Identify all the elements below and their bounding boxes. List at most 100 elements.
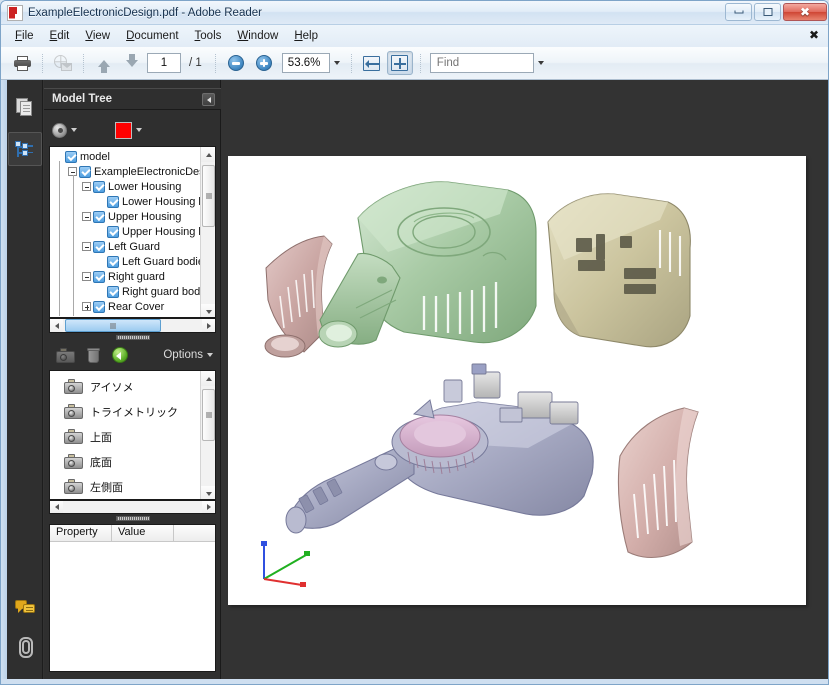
paperclip-icon bbox=[16, 636, 34, 658]
toolbar-separator bbox=[214, 53, 216, 73]
rear-cover-part bbox=[547, 193, 691, 348]
scroll-up-button[interactable] bbox=[201, 371, 215, 386]
visibility-checkbox[interactable] bbox=[93, 180, 105, 193]
collapse-icon[interactable] bbox=[82, 272, 91, 281]
model-tree-list[interactable]: model ExampleElectronicDesign Lower Housin… bbox=[50, 147, 202, 317]
exploded-assembly-3d-model[interactable] bbox=[228, 156, 806, 605]
expand-icon[interactable] bbox=[82, 302, 91, 311]
model-tree-vertical-scrollbar[interactable] bbox=[200, 147, 215, 317]
next-page-button[interactable] bbox=[119, 51, 145, 75]
scroll-right-button[interactable] bbox=[202, 319, 215, 332]
scroll-left-button[interactable] bbox=[50, 501, 63, 513]
tree-connector-line bbox=[73, 175, 74, 316]
email-icon bbox=[54, 55, 72, 71]
scroll-left-button[interactable] bbox=[50, 319, 63, 332]
restore-button[interactable] bbox=[754, 3, 781, 21]
scrollbar-thumb[interactable] bbox=[202, 389, 215, 441]
view-list-item[interactable]: トライメトリック bbox=[50, 399, 202, 424]
scrollbar-thumb[interactable] bbox=[65, 319, 161, 332]
model-tree-panel-button[interactable] bbox=[7, 132, 42, 166]
toolbar-separator bbox=[350, 53, 352, 73]
menu-document[interactable]: Document bbox=[118, 28, 186, 44]
pdf-document-icon bbox=[7, 4, 23, 21]
visibility-checkbox[interactable] bbox=[107, 255, 119, 268]
print-button[interactable] bbox=[9, 51, 35, 75]
visibility-checkbox[interactable] bbox=[93, 240, 105, 253]
views-options-button[interactable]: Options bbox=[163, 349, 213, 361]
views-vertical-scrollbar[interactable] bbox=[200, 371, 215, 499]
gear-dropdown-caret-icon[interactable] bbox=[71, 128, 77, 132]
attachments-panel-button[interactable] bbox=[8, 629, 42, 663]
tree-item-label: Left Guard bodies bbox=[122, 255, 202, 268]
visibility-checkbox[interactable] bbox=[93, 210, 105, 223]
visibility-checkbox[interactable] bbox=[107, 195, 119, 208]
menubar-close-button[interactable]: ✖ bbox=[806, 28, 822, 44]
zoom-dropdown-caret-icon[interactable] bbox=[333, 61, 340, 65]
capture-view-icon[interactable] bbox=[56, 347, 75, 363]
color-dropdown-caret-icon[interactable] bbox=[136, 128, 142, 132]
default-view-icon[interactable] bbox=[112, 347, 128, 363]
scroll-down-button[interactable] bbox=[201, 304, 215, 317]
pages-icon bbox=[16, 97, 33, 117]
visibility-checkbox[interactable] bbox=[65, 150, 77, 163]
zoom-out-icon bbox=[227, 55, 244, 71]
page-number-input[interactable]: 1 bbox=[147, 53, 181, 73]
visibility-checkbox[interactable] bbox=[107, 225, 119, 238]
menu-tools[interactable]: Tools bbox=[187, 28, 230, 44]
zoom-level-input[interactable]: 53.6% bbox=[281, 53, 330, 73]
color-swatch-button[interactable] bbox=[115, 121, 132, 139]
scroll-down-button[interactable] bbox=[201, 486, 215, 499]
menu-edit[interactable]: Edit bbox=[42, 28, 78, 44]
scroll-up-button[interactable] bbox=[201, 147, 215, 162]
scroll-right-button[interactable] bbox=[202, 501, 215, 513]
find-input[interactable] bbox=[429, 53, 534, 73]
view-list-item[interactable]: 上面 bbox=[50, 424, 202, 449]
tree-item-label: ExampleElectronicDesign bbox=[94, 165, 202, 178]
views-horizontal-scrollbar[interactable] bbox=[49, 500, 216, 514]
comments-panel-button[interactable] bbox=[8, 591, 42, 625]
close-button[interactable]: ✖ bbox=[783, 3, 827, 21]
collapse-icon[interactable] bbox=[82, 182, 91, 191]
collapse-panel-icon[interactable] bbox=[202, 93, 215, 106]
zoom-in-button[interactable] bbox=[251, 51, 277, 75]
collapse-icon[interactable] bbox=[82, 212, 91, 221]
view-list-item[interactable]: 左側面 bbox=[50, 474, 202, 499]
tree-item-label: Rear Cover bbox=[108, 300, 165, 313]
fit-width-button[interactable] bbox=[359, 51, 385, 75]
tree-item-model[interactable]: model bbox=[50, 149, 202, 164]
delete-view-icon[interactable] bbox=[87, 347, 100, 363]
panel-splitter-grip[interactable] bbox=[49, 334, 216, 341]
grip-dots-icon bbox=[115, 335, 150, 340]
fit-page-icon bbox=[391, 55, 409, 71]
menu-help[interactable]: Help bbox=[286, 28, 326, 44]
document-view[interactable] bbox=[222, 80, 828, 679]
gear-icon[interactable] bbox=[52, 122, 67, 138]
views-options-label: Options bbox=[163, 349, 203, 361]
view-list-item[interactable]: アイソメ bbox=[50, 374, 202, 399]
minimize-button[interactable] bbox=[725, 3, 752, 21]
menu-window[interactable]: Window bbox=[229, 28, 286, 44]
model-tree-horizontal-scrollbar[interactable] bbox=[49, 318, 216, 333]
toolbar-separator bbox=[419, 53, 421, 73]
visibility-checkbox[interactable] bbox=[79, 165, 91, 178]
visibility-checkbox[interactable] bbox=[107, 285, 119, 298]
previous-page-button[interactable] bbox=[91, 51, 117, 75]
fit-page-button[interactable] bbox=[386, 51, 413, 75]
find-dropdown-caret-icon[interactable] bbox=[537, 61, 544, 65]
menu-file[interactable]: File bbox=[7, 28, 42, 44]
collapse-icon[interactable] bbox=[82, 242, 91, 251]
pages-panel-button[interactable] bbox=[8, 90, 42, 124]
views-list[interactable]: アイソメ トライメトリック 上面 底面 左側面 bbox=[50, 371, 202, 499]
visibility-checkbox[interactable] bbox=[93, 300, 105, 313]
tree-item-label: Left Guard bbox=[108, 240, 160, 253]
scrollbar-thumb[interactable] bbox=[202, 165, 215, 227]
zoom-out-button[interactable] bbox=[223, 51, 249, 75]
menu-view[interactable]: View bbox=[77, 28, 118, 44]
model-tree-icon bbox=[15, 140, 34, 159]
panel-title: Model Tree bbox=[52, 93, 113, 105]
visibility-checkbox[interactable] bbox=[93, 270, 105, 283]
email-button[interactable] bbox=[50, 51, 76, 75]
view-list-item[interactable]: 底面 bbox=[50, 449, 202, 474]
panel-splitter-grip[interactable] bbox=[49, 515, 216, 522]
pdf-page[interactable] bbox=[228, 156, 806, 605]
